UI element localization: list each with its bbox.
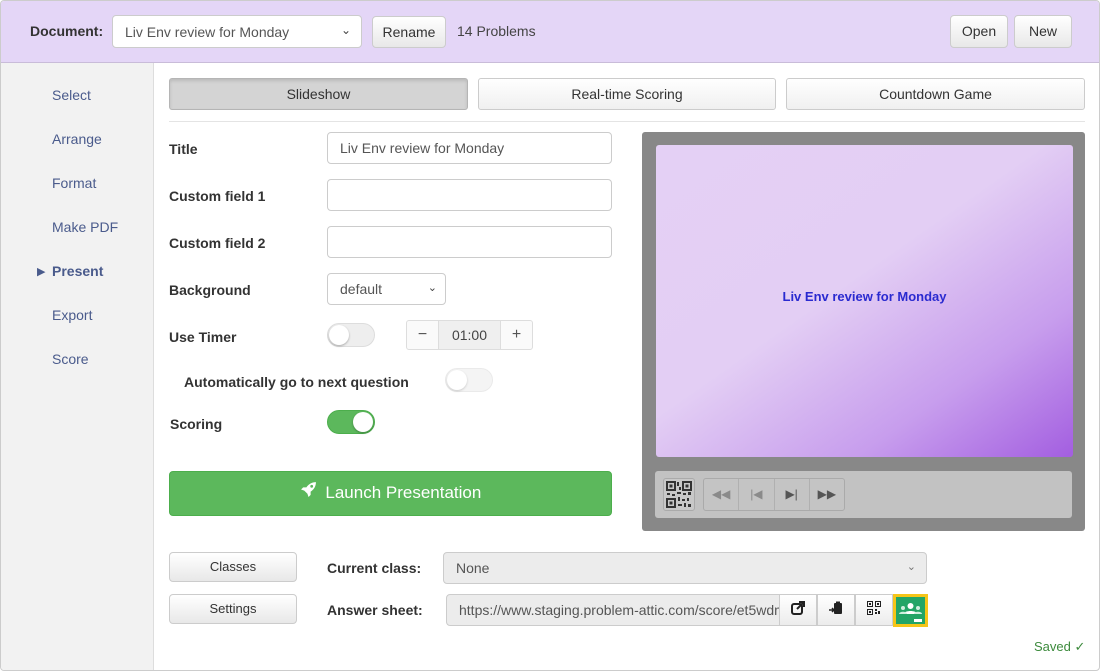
- problem-count: 14 Problems: [457, 23, 536, 39]
- tab-real-time-scoring[interactable]: Real-time Scoring: [478, 78, 776, 110]
- clipboard-icon: [829, 601, 842, 614]
- tab-countdown-game[interactable]: Countdown Game: [786, 78, 1085, 110]
- sidebar-item-score[interactable]: Score: [52, 351, 89, 367]
- timer-increment-button[interactable]: +: [501, 321, 532, 349]
- use-timer-toggle[interactable]: [327, 323, 375, 347]
- timer-stepper: − 01:00 +: [406, 320, 533, 350]
- custom-field-1-input[interactable]: [327, 179, 612, 211]
- custom-field-1-label: Custom field 1: [169, 188, 266, 204]
- sidebar-item-export[interactable]: Export: [52, 307, 92, 323]
- background-select[interactable]: default ⌄: [327, 273, 446, 305]
- slide-title: Liv Env review for Monday: [782, 289, 947, 304]
- open-link-button[interactable]: [779, 594, 817, 626]
- timer-value[interactable]: 01:00: [438, 321, 501, 349]
- external-link-icon: [791, 601, 805, 615]
- custom-field-2-input[interactable]: [327, 226, 612, 258]
- step-backward-icon: |◀: [750, 487, 763, 501]
- sidebar-item-present[interactable]: Present: [52, 263, 103, 279]
- custom-field-2-label: Custom field 2: [169, 235, 266, 251]
- background-label: Background: [169, 282, 251, 298]
- use-timer-label: Use Timer: [169, 329, 237, 345]
- qr-code-button[interactable]: [663, 478, 695, 511]
- rocket-icon: [300, 472, 317, 514]
- step-forward-icon: ▶|: [785, 487, 798, 501]
- active-arrow-icon: ▶: [37, 266, 46, 278]
- toggle-knob: [353, 412, 373, 432]
- settings-button[interactable]: Settings: [169, 594, 297, 624]
- title-input[interactable]: Liv Env review for Monday: [327, 132, 612, 164]
- sidebar-item-format[interactable]: Format: [52, 175, 96, 191]
- scoring-label: Scoring: [170, 416, 223, 432]
- google-classroom-button[interactable]: [893, 594, 928, 627]
- fast-forward-icon: ▶▶: [817, 487, 837, 501]
- document-select[interactable]: Liv Env review for Monday ⌄: [112, 15, 362, 48]
- current-class-value: None: [456, 560, 490, 576]
- toggle-knob: [329, 325, 349, 345]
- show-qr-code-button[interactable]: [855, 594, 893, 626]
- toggle-knob: [447, 370, 467, 390]
- google-classroom-icon: [899, 603, 922, 622]
- tab-slideshow[interactable]: Slideshow: [169, 78, 468, 110]
- chevron-down-icon: ⌄: [427, 282, 437, 294]
- auto-next-label: Automatically go to next question: [184, 374, 409, 390]
- background-select-value: default: [340, 281, 383, 297]
- header-bar: Document: Liv Env review for Monday ⌄ Re…: [1, 1, 1099, 63]
- next-slide-button[interactable]: ▶|: [775, 479, 810, 510]
- launch-label: Launch Presentation: [325, 483, 482, 502]
- slide-preview: Liv Env review for Monday: [656, 145, 1073, 457]
- sidebar-item-select[interactable]: Select: [52, 87, 91, 103]
- sidebar-item-make-pdf[interactable]: Make PDF: [52, 219, 118, 235]
- current-class-label: Current class:: [327, 560, 422, 576]
- launch-presentation-button[interactable]: Launch Presentation: [169, 471, 612, 516]
- rename-button[interactable]: Rename: [372, 16, 446, 48]
- chevron-down-icon: ⌄: [340, 23, 351, 37]
- chevron-down-icon: ⌄: [906, 561, 916, 573]
- tab-divider: [169, 121, 1085, 122]
- copy-to-clipboard-button[interactable]: [817, 594, 855, 626]
- sidebar-item-arrange[interactable]: Arrange: [52, 131, 102, 147]
- last-slide-button[interactable]: ▶▶: [810, 479, 844, 510]
- slide-nav-group: ◀◀ |◀ ▶| ▶▶: [703, 478, 845, 511]
- qr-code-icon: [666, 481, 692, 508]
- document-select-value: Liv Env review for Monday: [125, 24, 290, 40]
- fast-backward-icon: ◀◀: [711, 487, 731, 501]
- answer-sheet-label: Answer sheet:: [327, 602, 423, 618]
- open-button[interactable]: Open: [950, 15, 1008, 48]
- document-label: Document:: [30, 23, 104, 39]
- previous-slide-button[interactable]: |◀: [739, 479, 775, 510]
- saved-status: Saved ✓: [1034, 639, 1086, 654]
- auto-next-toggle[interactable]: [445, 368, 493, 392]
- scoring-toggle[interactable]: [327, 410, 375, 434]
- new-button[interactable]: New: [1014, 15, 1072, 48]
- current-class-select[interactable]: None ⌄: [443, 552, 927, 584]
- first-slide-button[interactable]: ◀◀: [704, 479, 740, 510]
- app-frame: Document: Liv Env review for Monday ⌄ Re…: [0, 0, 1100, 671]
- title-label: Title: [169, 141, 198, 157]
- classes-button[interactable]: Classes: [169, 552, 297, 582]
- timer-decrement-button[interactable]: −: [407, 321, 438, 349]
- sidebar-nav: [1, 63, 154, 670]
- answer-sheet-url-input[interactable]: https://www.staging.problem-attic.com/sc…: [446, 594, 780, 626]
- qr-code-icon: [867, 601, 881, 615]
